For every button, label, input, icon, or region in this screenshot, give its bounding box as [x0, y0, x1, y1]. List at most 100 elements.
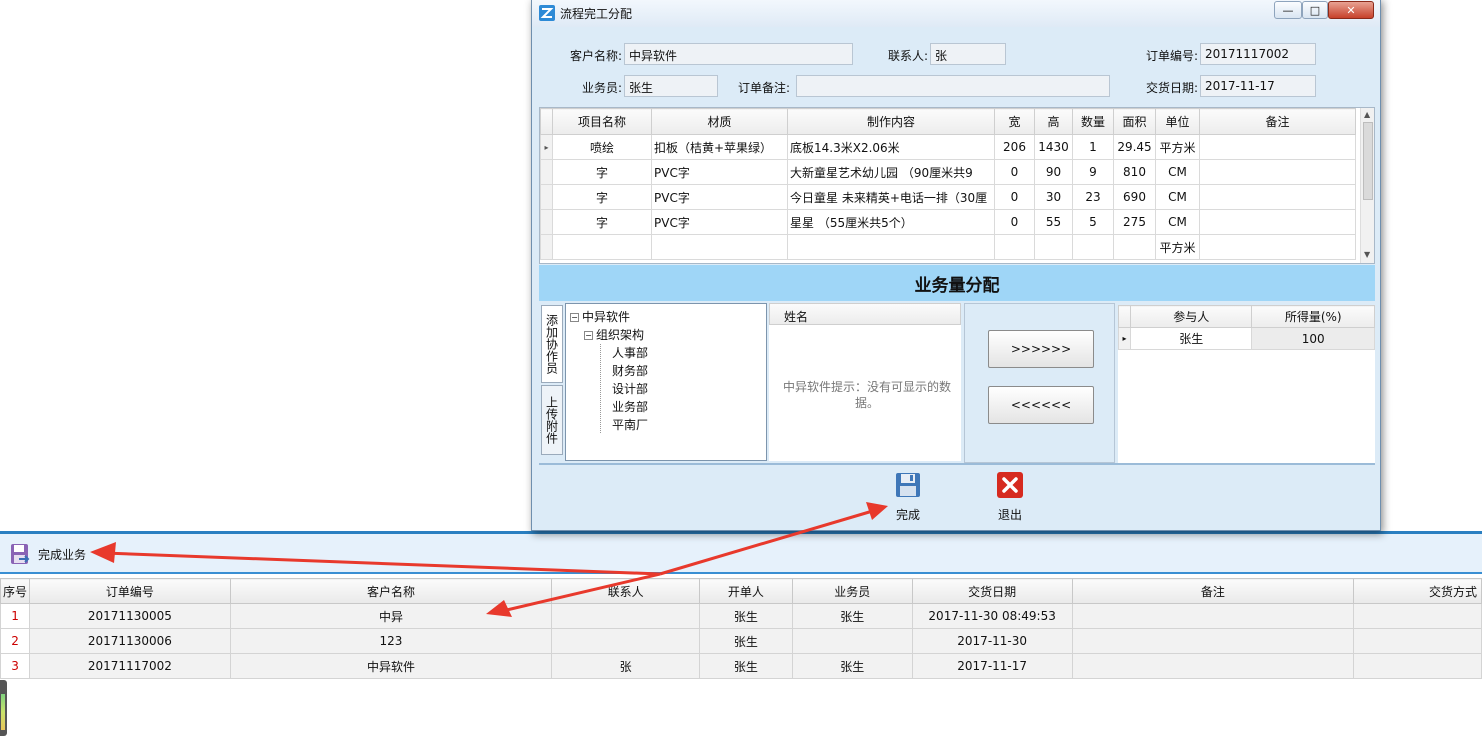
table-row[interactable]: 字 PVC字 大新童星艺术幼儿园 （90厘米共9 0 90 9 810 CM: [540, 159, 1356, 185]
col-quantity[interactable]: 数量: [1072, 108, 1114, 135]
cell-note: [1071, 603, 1355, 629]
cell-area: 29.45: [1113, 134, 1156, 160]
col-height[interactable]: 高: [1034, 108, 1073, 135]
remove-participant-button[interactable]: <<<<<<: [988, 386, 1094, 424]
table-row[interactable]: 字 PVC字 星星 （55厘米共5个） 0 55 5 275 CM: [540, 209, 1356, 235]
salesman-field[interactable]: 张生: [624, 75, 718, 97]
tree-node-dept[interactable]: 业务部: [600, 398, 648, 415]
close-button[interactable]: ✕: [1328, 1, 1374, 19]
col-issuer[interactable]: 开单人: [698, 578, 793, 604]
order-no-field[interactable]: 20171117002: [1200, 43, 1316, 65]
grid-vertical-scrollbar[interactable]: ▲ ▼: [1360, 108, 1374, 263]
order-no-label: 订单编号:: [1145, 49, 1198, 63]
scroll-thumb[interactable]: [1363, 122, 1373, 200]
name-column-header[interactable]: 姓名: [769, 303, 961, 325]
col-remark[interactable]: 备注: [1199, 108, 1356, 135]
tree-node-dept[interactable]: 平南厂: [600, 416, 648, 433]
cell-content: 底板14.3米X2.06米: [787, 134, 995, 160]
cell-delivery-date: 2017-11-30: [911, 628, 1073, 654]
col-customer[interactable]: 客户名称: [229, 578, 553, 604]
cell-quantity: 5: [1072, 209, 1114, 235]
maximize-button[interactable]: □: [1302, 1, 1328, 19]
tab-upload-attachment[interactable]: 上传附件: [541, 385, 563, 455]
row-header-corner: [1118, 305, 1131, 328]
cell-content: 今日童星 未来精英+电话一排（30厘: [787, 184, 995, 210]
cell-content: 星星 （55厘米共5个）: [787, 209, 995, 235]
table-row[interactable]: ▸ 张生 100: [1118, 327, 1375, 350]
table-row[interactable]: 3 20171117002 中异软件 张 张生 张生 2017-11-17: [0, 653, 1482, 679]
col-content[interactable]: 制作内容: [787, 108, 995, 135]
row-index: 3: [0, 653, 31, 679]
candidate-list[interactable]: 姓名 中异软件提示：没有可显示的数据。: [769, 303, 961, 461]
participant-header: 参与人 所得量(%): [1118, 305, 1375, 328]
table-row[interactable]: 平方米: [540, 234, 1356, 260]
col-order-no[interactable]: 订单编号: [29, 578, 231, 604]
table-row[interactable]: 1 20171130005 中异 张生 张生 2017-11-30 08:49:…: [0, 603, 1482, 629]
tab-add-collaborator[interactable]: 添加协作员: [541, 305, 563, 383]
cell-delivery-date: 2017-11-30 08:49:53: [911, 603, 1073, 629]
delivery-date-label: 交货日期:: [1145, 81, 1198, 95]
col-delivery-method[interactable]: 交货方式: [1353, 578, 1482, 604]
exit-button[interactable]: 退出: [990, 471, 1030, 523]
cell-area: 690: [1113, 184, 1156, 210]
cell-note: [1071, 653, 1355, 679]
collapse-icon[interactable]: −: [570, 313, 579, 322]
cell-delivery-method: [1353, 653, 1482, 679]
finish-business-button[interactable]: 完成业务: [8, 539, 86, 569]
cell-share[interactable]: 100: [1251, 327, 1375, 350]
customer-label: 客户名称:: [569, 49, 622, 63]
cell-salesman: 张生: [791, 653, 913, 679]
cell-height: 1430: [1034, 134, 1073, 160]
contact-field[interactable]: 张: [930, 43, 1006, 65]
main-toolbar: 完成业务: [0, 534, 1482, 574]
col-item-name[interactable]: 项目名称: [552, 108, 652, 135]
col-delivery-date[interactable]: 交货日期: [911, 578, 1073, 604]
tree-node-dept[interactable]: 财务部: [600, 362, 648, 379]
side-gadget-icon[interactable]: [0, 680, 7, 736]
item-table-header: 项目名称 材质 制作内容 宽 高 数量 面积 单位 备注: [540, 108, 1356, 135]
cell-item-name: 字: [552, 209, 652, 235]
collapse-icon[interactable]: −: [584, 331, 593, 340]
scroll-down-icon[interactable]: ▼: [1364, 250, 1370, 259]
cell-quantity: 9: [1072, 159, 1114, 185]
add-participant-button[interactable]: >>>>>>: [988, 330, 1094, 368]
row-header: [540, 234, 553, 260]
cell-delivery-date: 2017-11-17: [911, 653, 1073, 679]
tree-node-org[interactable]: − 组织架构: [584, 326, 644, 343]
col-salesman[interactable]: 业务员: [791, 578, 913, 604]
col-participant[interactable]: 参与人: [1129, 305, 1253, 328]
col-material[interactable]: 材质: [651, 108, 788, 135]
finish-button[interactable]: 完成: [888, 471, 928, 523]
tree-node-dept[interactable]: 人事部: [600, 344, 648, 361]
cell-item-name: 字: [552, 184, 652, 210]
col-width[interactable]: 宽: [994, 108, 1035, 135]
col-index[interactable]: 序号: [0, 578, 31, 604]
cell-note: [1071, 628, 1355, 654]
col-contact[interactable]: 联系人: [551, 578, 700, 604]
cell-unit: 平方米: [1155, 134, 1200, 160]
col-area[interactable]: 面积: [1113, 108, 1156, 135]
scroll-up-icon[interactable]: ▲: [1364, 110, 1370, 119]
cell-unit: CM: [1155, 184, 1200, 210]
order-note-field[interactable]: [796, 75, 1110, 97]
tree-node-root[interactable]: − 中异软件: [570, 308, 630, 325]
tree-node-dept[interactable]: 设计部: [600, 380, 648, 397]
col-share[interactable]: 所得量(%): [1251, 305, 1375, 328]
table-row[interactable]: 2 20171130006 123 张生 2017-11-30: [0, 628, 1482, 654]
org-tree: − 中异软件 − 组织架构 人事部 财务部 设计部 业务部 平南厂: [565, 303, 767, 461]
item-table: 项目名称 材质 制作内容 宽 高 数量 面积 单位 备注 ▸ 喷绘 扣板（桔黄+…: [540, 108, 1356, 260]
close-icon: ✕: [1346, 3, 1356, 17]
cell-order-no: 20171117002: [29, 653, 231, 679]
table-row[interactable]: ▸ 喷绘 扣板（桔黄+苹果绿） 底板14.3米X2.06米 206 1430 1…: [540, 134, 1356, 160]
delivery-date-field[interactable]: 2017-11-17: [1200, 75, 1316, 97]
table-row[interactable]: 字 PVC字 今日童星 未来精英+电话一排（30厘 0 30 23 690 CM: [540, 184, 1356, 210]
minimize-button[interactable]: —: [1274, 1, 1302, 19]
col-note[interactable]: 备注: [1071, 578, 1355, 604]
cell-contact: [551, 603, 700, 629]
customer-field[interactable]: 中异软件: [624, 43, 853, 65]
cell-width: 206: [994, 134, 1035, 160]
dialog-title-bar[interactable]: 流程完工分配 — □ ✕: [532, 0, 1380, 27]
cell-quantity: 1: [1072, 134, 1114, 160]
cell-item-name: [552, 234, 652, 260]
col-unit[interactable]: 单位: [1155, 108, 1200, 135]
